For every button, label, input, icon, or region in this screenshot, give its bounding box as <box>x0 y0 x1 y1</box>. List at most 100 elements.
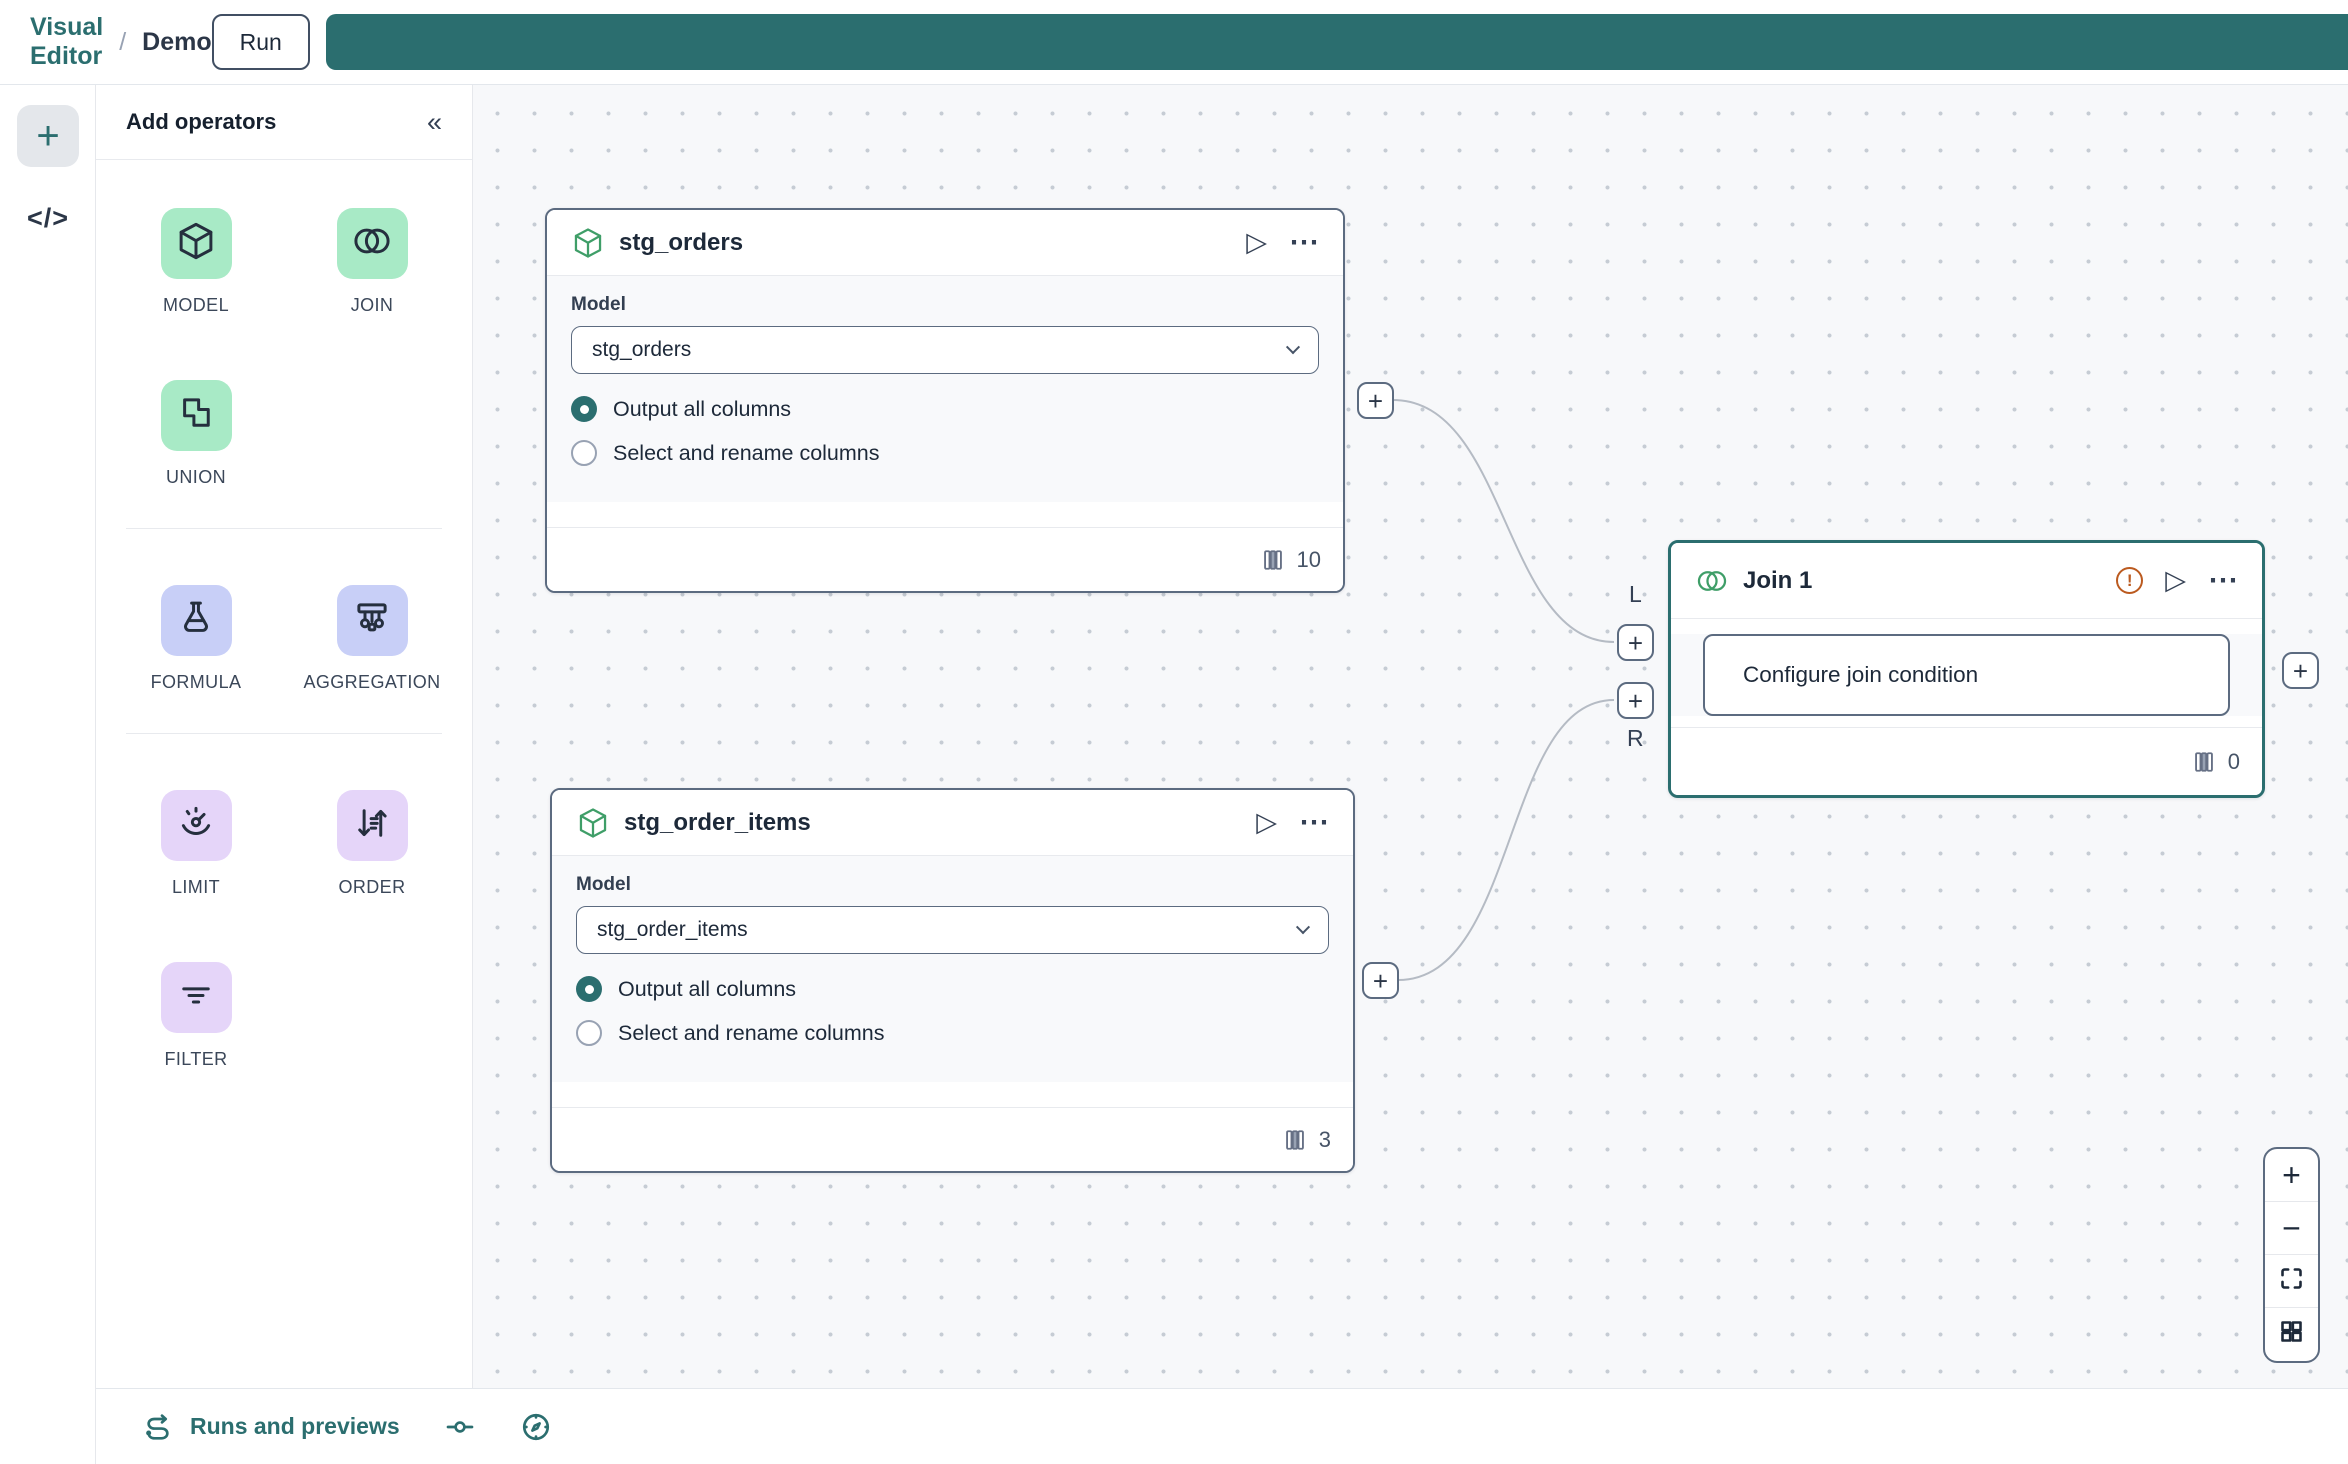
breadcrumb: Visual Editor / Demo <box>30 13 212 71</box>
code-view-button[interactable]: </> <box>0 203 96 234</box>
node-menu-icon[interactable]: ⋯ <box>1299 808 1329 838</box>
operator-aggregation[interactable]: AGGREGATION <box>284 585 460 693</box>
radio-label: Select and rename columns <box>613 441 880 466</box>
operator-limit[interactable]: LIMIT <box>108 790 284 898</box>
radio-select-rename-columns[interactable]: Select and rename columns <box>571 440 1319 466</box>
fit-view-button[interactable] <box>2265 1255 2318 1308</box>
breadcrumb-separator: / <box>119 28 126 57</box>
operator-filter[interactable]: FILTER <box>108 962 284 1070</box>
join-circles-icon <box>1695 564 1729 598</box>
columns-icon <box>2190 748 2218 776</box>
add-operators-panel: Add operators « MODEL JOIN <box>96 85 473 1388</box>
join-circles-icon <box>351 220 393 267</box>
add-operator-rail-button[interactable]: + <box>17 105 79 167</box>
breadcrumb-page-title: Demo <box>142 28 211 57</box>
radio-output-all-columns[interactable]: Output all columns <box>576 976 1329 1002</box>
collapse-panel-icon[interactable]: « <box>427 109 442 136</box>
radio-label: Output all columns <box>613 397 791 422</box>
model-select-value: stg_orders <box>592 338 691 362</box>
edge-stg-orders-to-join-left <box>1393 400 1614 642</box>
commit-button[interactable]: Commit <box>326 14 2348 70</box>
operator-group-models: MODEL JOIN UNION <box>108 208 460 488</box>
commit-split-button: Commit <box>326 14 2348 70</box>
operator-label: JOIN <box>351 295 394 316</box>
operator-model[interactable]: MODEL <box>108 208 284 316</box>
join-right-port-label: R <box>1627 725 1644 752</box>
model-field-label: Model <box>576 874 1329 896</box>
operator-join[interactable]: JOIN <box>284 208 460 316</box>
model-select[interactable]: stg_order_items <box>576 906 1329 954</box>
flask-icon <box>175 597 217 644</box>
operator-formula[interactable]: FORMULA <box>108 585 284 693</box>
zoom-out-button[interactable]: − <box>2265 1202 2318 1255</box>
compass-icon[interactable] <box>520 1411 552 1443</box>
run-node-icon[interactable]: ▷ <box>1246 229 1267 256</box>
column-count: 3 <box>1319 1127 1331 1153</box>
canvas-controls: + − <box>2263 1147 2320 1363</box>
fullscreen-icon <box>2278 1263 2305 1300</box>
operator-label: FORMULA <box>151 672 242 693</box>
operator-order[interactable]: ORDER <box>284 790 460 898</box>
run-node-icon[interactable]: ▷ <box>2165 567 2186 594</box>
sort-icon <box>351 802 393 849</box>
radio-select-rename-columns[interactable]: Select and rename columns <box>576 1020 1329 1046</box>
output-handle-stg-order-items[interactable]: + <box>1362 962 1399 999</box>
group-divider <box>126 733 442 734</box>
commit-node-icon[interactable] <box>444 1411 476 1443</box>
operator-group-refine: LIMIT ORDER FILTER <box>108 790 460 1070</box>
model-select-value: stg_order_items <box>597 918 748 942</box>
node-header: stg_orders ▷ ⋯ <box>547 210 1343 276</box>
node-header: Join 1 ! ▷ ⋯ <box>1671 543 2262 619</box>
radio-unselected-icon <box>571 440 597 466</box>
run-node-icon[interactable]: ▷ <box>1256 809 1277 836</box>
operator-label: FILTER <box>164 1049 227 1070</box>
grid-icon <box>2278 1316 2305 1353</box>
zoom-in-button[interactable]: + <box>2265 1149 2318 1202</box>
operator-group-transform: FORMULA AGGREGATION <box>108 585 460 693</box>
join-left-input-handle[interactable]: + <box>1617 624 1654 661</box>
breadcrumb-app-link[interactable]: Visual Editor <box>30 13 103 71</box>
runs-and-previews-button[interactable]: Runs and previews <box>142 1411 400 1443</box>
node-join-1[interactable]: Join 1 ! ▷ ⋯ Configure join condition 0 <box>1668 540 2265 798</box>
model-cube-icon <box>571 226 605 260</box>
node-menu-icon[interactable]: ⋯ <box>2208 566 2238 596</box>
operator-label: ORDER <box>338 877 405 898</box>
configure-join-condition-button[interactable]: Configure join condition <box>1703 634 2230 716</box>
operator-union[interactable]: UNION <box>108 380 284 488</box>
radio-output-all-columns[interactable]: Output all columns <box>571 396 1319 422</box>
columns-icon <box>1281 1126 1309 1154</box>
left-rail: + </> <box>0 85 96 1464</box>
node-body: Model stg_order_items Output all columns… <box>552 856 1353 1082</box>
node-menu-icon[interactable]: ⋯ <box>1289 228 1319 258</box>
output-handle-join[interactable]: + <box>2282 652 2319 689</box>
canvas[interactable]: stg_orders ▷ ⋯ Model stg_orders Output a… <box>473 85 2348 1388</box>
node-title: Join 1 <box>1743 567 1812 595</box>
auto-layout-button[interactable] <box>2265 1308 2318 1361</box>
radio-label: Select and rename columns <box>618 1021 885 1046</box>
operator-label: LIMIT <box>172 877 220 898</box>
panel-header: Add operators « <box>96 85 472 160</box>
columns-icon <box>1259 546 1287 574</box>
output-handle-stg-orders[interactable]: + <box>1357 382 1394 419</box>
join-left-port-label: L <box>1629 581 1642 608</box>
radio-selected-icon <box>576 976 602 1002</box>
radio-selected-icon <box>571 396 597 422</box>
run-button[interactable]: Run <box>212 14 310 70</box>
node-stg-orders[interactable]: stg_orders ▷ ⋯ Model stg_orders Output a… <box>545 208 1345 593</box>
model-select[interactable]: stg_orders <box>571 326 1319 374</box>
model-cube-icon <box>576 806 610 840</box>
node-title: stg_orders <box>619 229 743 257</box>
group-divider <box>126 528 442 529</box>
panel-title: Add operators <box>126 109 276 135</box>
node-stg-order-items[interactable]: stg_order_items ▷ ⋯ Model stg_order_item… <box>550 788 1355 1173</box>
edge-stg-order-items-to-join-right <box>1398 700 1614 980</box>
node-body: Configure join condition <box>1671 634 2262 716</box>
runs-route-icon <box>142 1411 174 1443</box>
chevron-down-icon <box>1296 920 1310 934</box>
top-bar: Visual Editor / Demo Run Commit <box>0 0 2348 85</box>
join-right-input-handle[interactable]: + <box>1617 682 1654 719</box>
warning-icon: ! <box>2116 567 2143 594</box>
union-icon <box>175 392 217 439</box>
node-title: stg_order_items <box>624 809 811 837</box>
column-count: 0 <box>2228 749 2240 775</box>
